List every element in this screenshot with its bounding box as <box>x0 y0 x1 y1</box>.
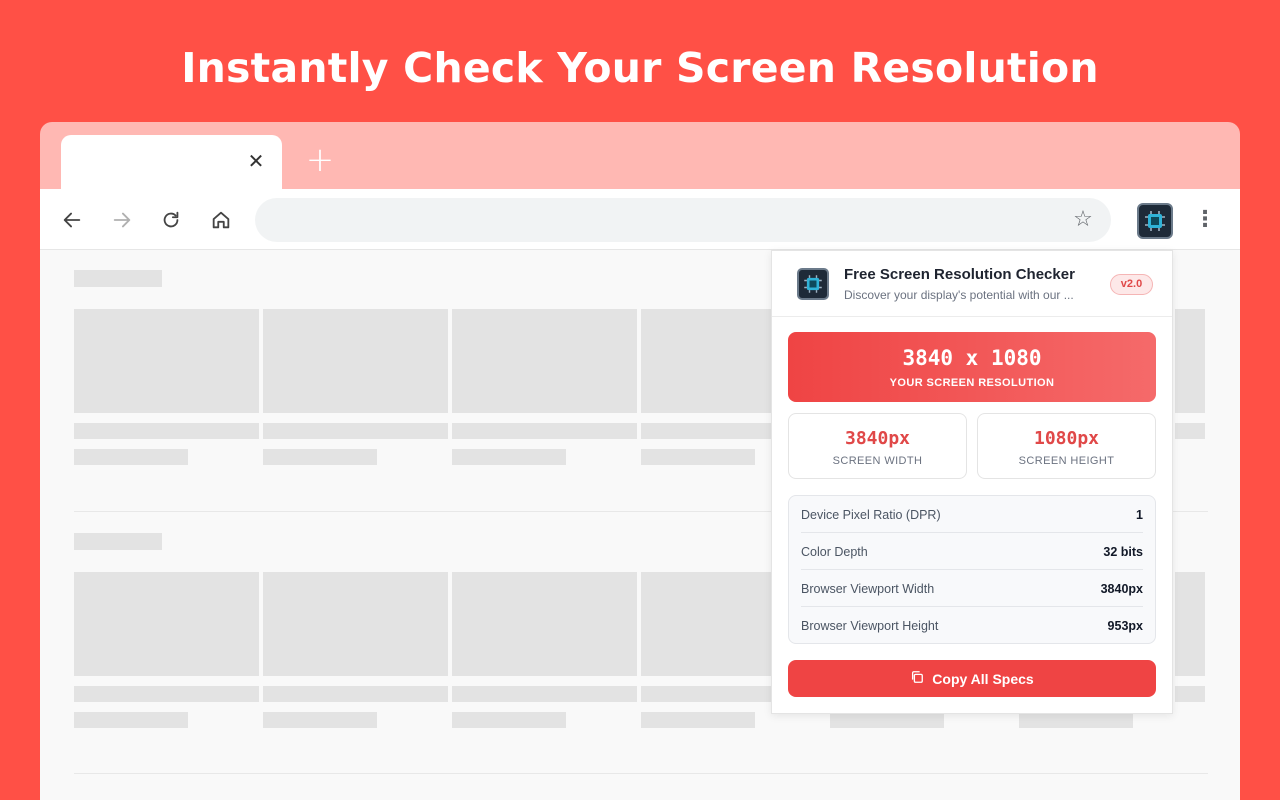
spec-label: Browser Viewport Height <box>801 619 939 633</box>
skeleton-line <box>641 712 755 728</box>
skeleton-line <box>641 423 771 439</box>
skeleton-line <box>1175 686 1205 702</box>
skeleton-heading <box>74 533 162 550</box>
skeleton-line <box>1019 712 1133 728</box>
skeleton-line <box>452 686 637 702</box>
specs-list: Device Pixel Ratio (DPR) 1 Color Depth 3… <box>788 495 1156 644</box>
skeleton-card <box>452 309 637 413</box>
spec-row-viewport-width: Browser Viewport Width 3840px <box>801 570 1143 607</box>
spec-label: Color Depth <box>801 545 868 559</box>
resolution-display: 3840 x 1080 YOUR SCREEN RESOLUTION <box>788 332 1156 402</box>
popup-subtitle: Discover your display's potential with o… <box>844 288 1074 302</box>
screen-width-value: 3840px <box>844 428 911 449</box>
screen-width-card: 3840px SCREEN WIDTH <box>788 413 967 479</box>
extension-popup: Free Screen Resolution Checker Discover … <box>771 250 1173 714</box>
skeleton-heading <box>74 270 162 287</box>
spec-row-viewport-height: Browser Viewport Height 953px <box>801 607 1143 644</box>
skeleton-card <box>74 309 259 413</box>
spec-value: 953px <box>1107 619 1143 633</box>
skeleton-line <box>1175 423 1205 439</box>
resolution-label: YOUR SCREEN RESOLUTION <box>889 377 1055 389</box>
address-bar[interactable]: ☆ <box>255 198 1111 242</box>
skeleton-line <box>74 423 259 439</box>
skeleton-card <box>263 572 448 676</box>
skeleton-line <box>74 686 259 702</box>
copy-all-specs-button[interactable]: Copy All Specs <box>788 660 1156 697</box>
spec-value: 3840px <box>1100 582 1143 596</box>
skeleton-line <box>452 449 566 465</box>
skeleton-line <box>641 686 771 702</box>
skeleton-line <box>452 423 637 439</box>
browser-tab[interactable]: ✕ <box>61 135 282 191</box>
home-icon[interactable] <box>208 207 234 233</box>
screen-height-card: 1080px SCREEN HEIGHT <box>977 413 1156 479</box>
skeleton-card <box>1175 572 1205 676</box>
skeleton-line <box>74 449 188 465</box>
spec-label: Device Pixel Ratio (DPR) <box>801 508 941 522</box>
skeleton-line <box>263 686 448 702</box>
skeleton-line <box>830 712 944 728</box>
skeleton-card <box>452 572 637 676</box>
spec-value: 32 bits <box>1103 545 1143 559</box>
new-tab-icon[interactable]: + <box>304 143 336 177</box>
skeleton-card <box>641 309 771 413</box>
skeleton-line <box>452 712 566 728</box>
forward-arrow-icon[interactable] <box>109 207 135 233</box>
popup-header: Free Screen Resolution Checker Discover … <box>772 251 1172 317</box>
app-logo-icon <box>797 268 829 300</box>
spec-label: Browser Viewport Width <box>801 582 935 596</box>
copy-button-label: Copy All Specs <box>932 670 1034 687</box>
skeleton-line <box>263 712 377 728</box>
skeleton-card <box>1175 309 1205 413</box>
skeleton-line <box>74 712 188 728</box>
menu-icon[interactable]: ⋮ <box>1194 207 1216 233</box>
reload-icon[interactable] <box>158 207 184 233</box>
star-icon[interactable]: ☆ <box>1071 208 1095 232</box>
skeleton-line <box>263 449 377 465</box>
spec-row-color-depth: Color Depth 32 bits <box>801 533 1143 570</box>
skeleton-line <box>641 449 755 465</box>
extension-icon[interactable] <box>1137 203 1173 239</box>
skeleton-line <box>263 423 448 439</box>
screen-height-value: 1080px <box>1033 428 1100 449</box>
skeleton-card <box>263 309 448 413</box>
version-badge: v2.0 <box>1110 274 1153 295</box>
popup-title: Free Screen Resolution Checker <box>844 266 1075 283</box>
back-arrow-icon[interactable] <box>59 207 85 233</box>
screen-width-label: SCREEN WIDTH <box>832 455 923 467</box>
spec-row-dpr: Device Pixel Ratio (DPR) 1 <box>801 496 1143 533</box>
copy-icon <box>910 670 924 687</box>
skeleton-card <box>641 572 771 676</box>
divider <box>74 773 1208 774</box>
spec-value: 1 <box>1136 508 1143 522</box>
resolution-value: 3840 x 1080 <box>902 346 1042 370</box>
skeleton-card <box>74 572 259 676</box>
screen-height-label: SCREEN HEIGHT <box>1018 455 1115 467</box>
close-icon[interactable]: ✕ <box>244 149 268 173</box>
browser-toolbar: ☆ ⋮ <box>40 189 1240 250</box>
headline: Instantly Check Your Screen Resolution <box>181 44 1099 92</box>
